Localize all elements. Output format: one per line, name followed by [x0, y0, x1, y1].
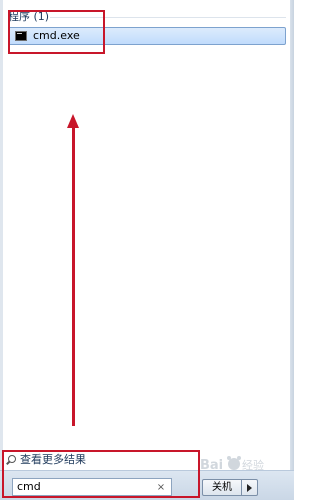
shutdown-options-button[interactable] [242, 479, 258, 496]
shutdown-button[interactable]: 关机 [202, 479, 242, 496]
svg-text:经验: 经验 [242, 458, 264, 472]
start-menu-search-panel: 程序 (1) cmd.exe 查看更多结果 cmd × 关机 Bai 经验 [0, 0, 294, 500]
panel-left-edge [0, 0, 3, 500]
triangle-right-icon [247, 484, 252, 492]
annotation-box-search [2, 450, 200, 498]
annotation-arrow-shaft [72, 126, 75, 426]
svg-text:Bai: Bai [200, 458, 223, 473]
baidu-watermark-logo: Bai 经验 [198, 452, 292, 478]
annotation-box-result [8, 10, 105, 54]
panel-right-edge [290, 0, 294, 500]
